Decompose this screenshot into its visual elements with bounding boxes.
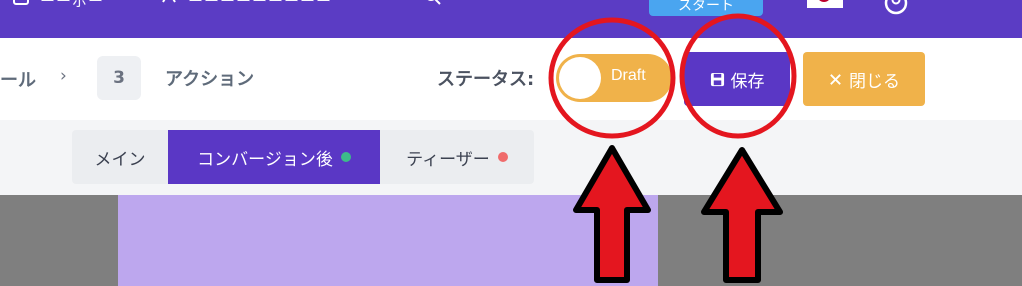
layout-icon[interactable] [12, 0, 30, 6]
tab-post-conversion[interactable]: コンバージョン後 [168, 130, 380, 184]
status-toggle-text: Draft [611, 67, 646, 84]
share-icon[interactable] [160, 0, 178, 6]
tab-main-label: メイン [94, 149, 146, 170]
start-button[interactable]: スタート [649, 0, 763, 16]
tab-post-conversion-label: コンバージョン後 [197, 149, 333, 170]
status-toggle[interactable]: Draft [556, 54, 672, 102]
top-navigation: ーーボー ーーーーーーーーー スタート [0, 0, 1022, 38]
page-tabs: メイン コンバージョン後 ティーザー [72, 130, 534, 184]
save-label: 保存 [730, 71, 765, 92]
step-number-badge[interactable]: 3 [97, 56, 141, 100]
save-button[interactable]: 保存 [684, 52, 790, 106]
search-icon[interactable] [424, 0, 442, 6]
nav-item-1[interactable]: ーーボー [40, 0, 104, 11]
toggle-knob[interactable] [559, 57, 601, 99]
breadcrumb-separator: › [60, 66, 67, 86]
editor-header: ール › 3 アクション ステータス: Draft 保存 閉じる [0, 38, 1022, 120]
save-icon [710, 72, 724, 86]
tab-teaser[interactable]: ティーザー [380, 130, 534, 184]
japan-flag-icon[interactable] [807, 0, 843, 8]
tabs-strip: メイン コンバージョン後 ティーザー [0, 120, 1022, 195]
close-icon [830, 73, 841, 85]
tab-teaser-label: ティーザー [406, 149, 490, 170]
step-label[interactable]: アクション [165, 65, 254, 91]
status-dot-red [497, 152, 508, 162]
close-label: 閉じる [849, 71, 900, 92]
editor-canvas [0, 195, 1022, 286]
user-avatar-icon[interactable] [884, 0, 908, 15]
status-dot-green [340, 152, 351, 162]
nav-item-2[interactable]: ーーーーーーーーー [188, 0, 332, 11]
status-label: ステータス: [437, 69, 535, 90]
breadcrumb-prev-step[interactable]: ール [0, 66, 36, 92]
close-button[interactable]: 閉じる [803, 52, 925, 106]
page-preview[interactable] [118, 195, 658, 286]
tab-main[interactable]: メイン [72, 130, 168, 184]
